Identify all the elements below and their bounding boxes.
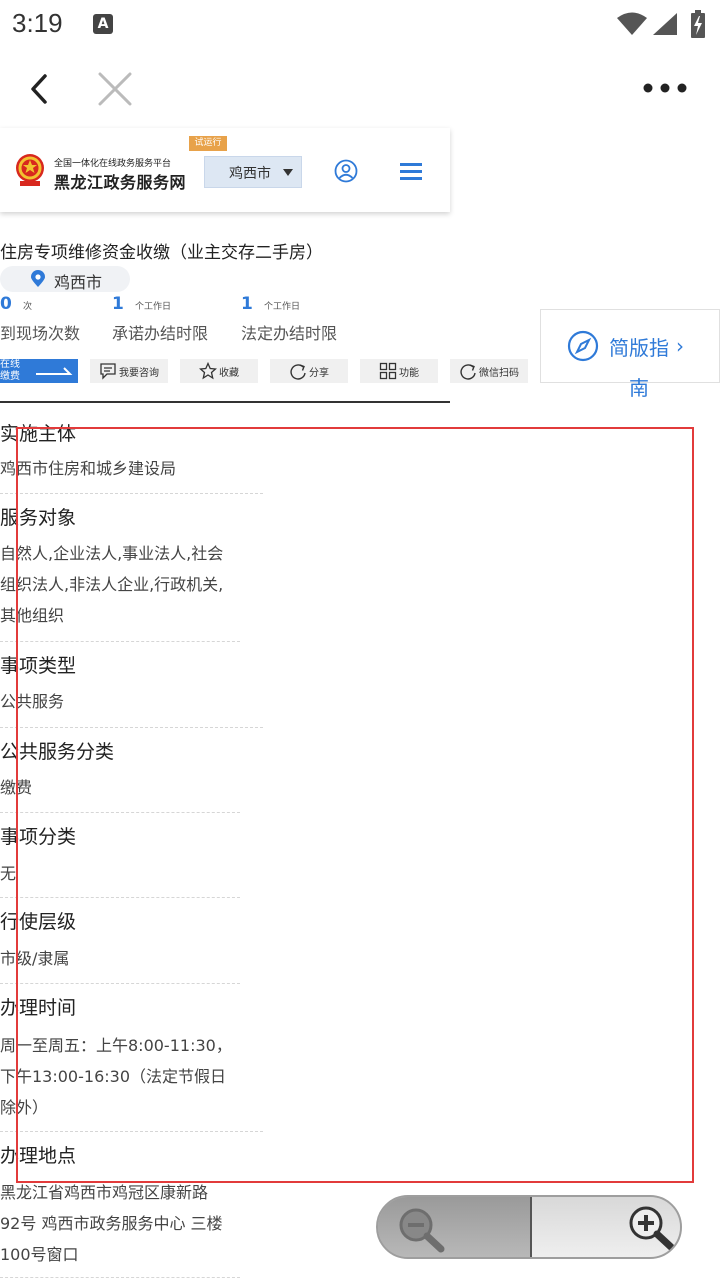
- stat-label: 承诺办结时限: [112, 324, 209, 343]
- stat-unit: 个工作日: [134, 302, 171, 312]
- more-icon[interactable]: [642, 80, 688, 96]
- zoom-in-button[interactable]: [532, 1197, 680, 1257]
- stat-label: 到现场次数: [0, 324, 81, 343]
- close-icon[interactable]: [96, 70, 134, 108]
- function-label: 功能: [399, 367, 419, 379]
- consult-label: 我要咨询: [119, 367, 159, 379]
- wechat-scan-label: 微信扫码: [479, 367, 519, 379]
- chat-icon: [100, 363, 116, 380]
- consult-button[interactable]: 我要咨询: [90, 359, 168, 383]
- function-button[interactable]: 功能: [360, 359, 438, 383]
- stat-unit: 次: [22, 302, 32, 312]
- pay-label-line2: 缴费: [0, 371, 20, 382]
- highlight-box: [16, 427, 694, 1183]
- simple-guide-label-2: 南: [629, 376, 649, 400]
- zoom-control: [376, 1195, 682, 1259]
- site-title[interactable]: 黑龙江政务服务网: [54, 169, 186, 193]
- pay-label-line1: 在线: [0, 359, 20, 370]
- stat-value: 1: [241, 294, 253, 314]
- info-separator: [0, 1277, 240, 1278]
- chevron-right-icon: ›: [676, 334, 684, 358]
- city-select[interactable]: 鸡西市: [204, 156, 302, 188]
- stat-value: 1: [112, 294, 124, 314]
- site-subtitle: 全国一体化在线政务服务平台: [54, 159, 172, 169]
- stat-value: 0: [0, 294, 12, 314]
- stat-promised-limit: 1 个工作日: [112, 294, 171, 314]
- user-icon[interactable]: [334, 159, 358, 183]
- stat-unit: 个工作日: [263, 302, 300, 312]
- location-pill: 鸡西市: [0, 266, 130, 292]
- info-value: 无: [0, 864, 17, 883]
- site-header: 全国一体化在线政务服务平台 黑龙江政务服务网 试运行 鸡西市: [0, 128, 450, 212]
- info-value: 黑龙江省鸡西市鸡冠区康新路 92号 鸡西市政务服务中心 三楼 100号窗口: [0, 1183, 223, 1264]
- hamburger-menu-icon[interactable]: [400, 161, 422, 181]
- grid-icon: [379, 362, 397, 380]
- signal-icon: [653, 13, 677, 35]
- zoom-out-icon: [399, 1208, 445, 1253]
- trial-badge: 试运行: [189, 136, 227, 151]
- zoom-out-button[interactable]: [378, 1197, 530, 1257]
- share-icon: [290, 364, 306, 380]
- star-icon: [199, 362, 217, 380]
- city-select-label: 鸡西市: [229, 166, 271, 182]
- compass-icon: [567, 330, 599, 362]
- simple-guide-label: 简版指: [609, 336, 669, 360]
- status-time: 3:19: [12, 8, 63, 38]
- arrow-right-icon: [36, 367, 73, 375]
- back-icon[interactable]: [26, 72, 54, 106]
- online-pay-button[interactable]: 在线 缴费: [0, 359, 78, 383]
- favorite-label: 收藏: [219, 367, 239, 379]
- share-label: 分享: [309, 367, 329, 379]
- favorite-button[interactable]: 收藏: [180, 359, 258, 383]
- share-button[interactable]: 分享: [270, 359, 348, 383]
- battery-icon: [691, 10, 705, 38]
- simple-guide-button[interactable]: 简版指 › 南: [540, 309, 720, 400]
- stat-label: 法定办结时限: [241, 324, 338, 343]
- stat-visits: 0 次: [0, 294, 32, 314]
- stat-legal-limit: 1 个工作日: [241, 294, 300, 314]
- scan-icon: [460, 364, 476, 380]
- zoom-in-icon: [629, 1206, 675, 1251]
- notification-a-icon: A: [93, 14, 113, 34]
- wechat-scan-button[interactable]: 微信扫码: [450, 359, 528, 383]
- section-divider: [0, 401, 450, 403]
- location-pin-icon: [31, 270, 45, 287]
- wifi-icon: [617, 12, 647, 35]
- service-title: 住房专项维修资金收缴（业主交存二手房）: [0, 243, 323, 263]
- location-label: 鸡西市: [54, 273, 103, 292]
- national-emblem-icon: [16, 154, 44, 186]
- caret-down-icon: [283, 169, 293, 176]
